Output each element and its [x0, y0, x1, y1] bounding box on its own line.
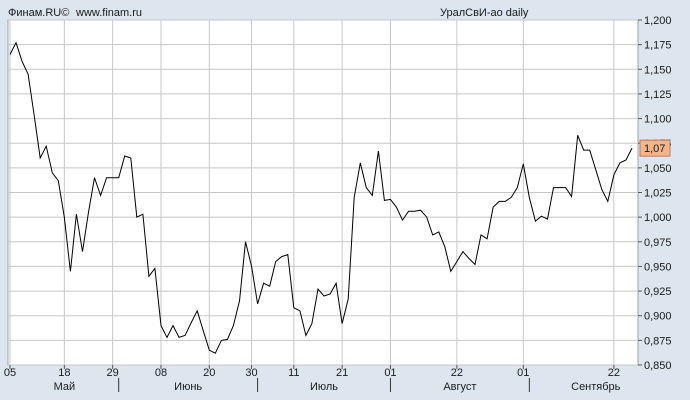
y-tick-label: 1,050: [644, 163, 672, 175]
x-tick-label: 11: [288, 367, 299, 379]
month-label: Май: [54, 381, 76, 393]
y-tick-label: 1,200: [644, 15, 672, 27]
y-tick-label: 0,975: [644, 237, 672, 249]
x-tick-label: 22: [608, 367, 620, 379]
y-tick-label: 0,900: [644, 311, 672, 323]
brand-label: Финам.RU©: [8, 7, 69, 19]
x-tick-label: 21: [336, 367, 348, 379]
last-value-label: 1,07: [644, 143, 665, 155]
y-tick-label: 1,000: [644, 212, 672, 224]
x-tick-label: 08: [155, 367, 167, 379]
y-tick-label: 0,850: [644, 360, 672, 372]
y-tick-label: 1,025: [644, 188, 672, 200]
y-tick-label: 0,950: [644, 261, 672, 273]
x-tick-label: 18: [58, 367, 70, 379]
y-tick-label: 1,100: [644, 114, 672, 126]
x-tick-label: 01: [517, 367, 529, 379]
x-tick-label: 29: [107, 367, 119, 379]
y-tick-label: 0,875: [644, 335, 672, 347]
y-tick-label: 0,925: [644, 286, 672, 298]
x-tick-label: 20: [203, 367, 215, 379]
chart-container: 1,2001,1751,1501,1251,1001,0751,0501,025…: [0, 0, 690, 400]
y-tick-label: 1,150: [644, 64, 672, 76]
y-tick-label: 1,125: [644, 89, 672, 101]
month-label: Сентябрь: [571, 381, 621, 393]
month-label: Август: [443, 381, 476, 393]
x-tick-label: 01: [384, 367, 396, 379]
site-url: www.finam.ru: [75, 7, 142, 19]
y-tick-label: 1,175: [644, 40, 672, 52]
x-axis-ticks: 05 18 29 08 20 30 11 21 01 22 01 22: [4, 365, 620, 379]
month-label: Июль: [310, 381, 338, 393]
month-labels: Май Июнь Июль Август Сентябрь: [54, 381, 621, 393]
month-label: Июнь: [174, 381, 202, 393]
y-axis-ticks: 1,2001,1751,1501,1251,1001,0751,0501,025…: [638, 15, 672, 372]
x-tick-label: 05: [4, 367, 16, 379]
ticker-title: УралСвИ-ао daily: [440, 7, 529, 19]
price-chart: 1,2001,1751,1501,1251,1001,0751,0501,025…: [4, 7, 672, 393]
x-tick-label: 22: [451, 367, 463, 379]
x-tick-label: 30: [245, 367, 257, 379]
